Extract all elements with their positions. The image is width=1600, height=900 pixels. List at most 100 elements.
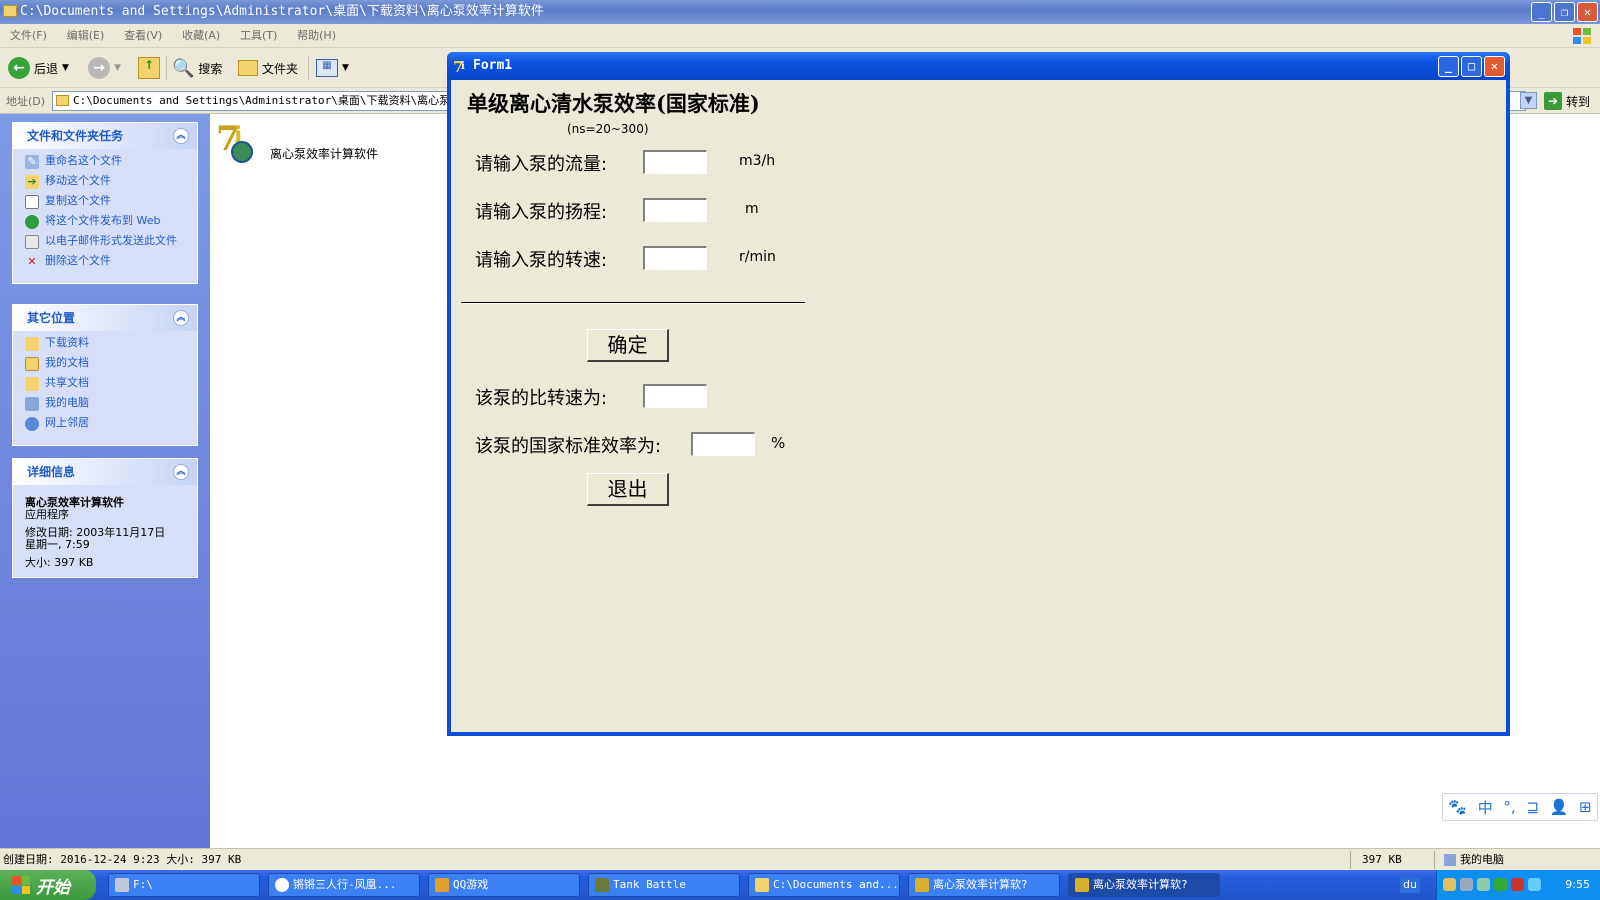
taskbar-item-qqgame[interactable]: QQ游戏 <box>428 873 580 897</box>
clock[interactable]: 9:55 <box>1565 870 1590 900</box>
details-type: 应用程序 <box>25 508 69 521</box>
file-tasks-header[interactable]: 文件和文件夹任务 ︽ <box>13 123 197 149</box>
exit-button[interactable]: 退出 <box>587 473 669 506</box>
task-move[interactable]: ➔ 移动这个文件 <box>25 175 197 189</box>
close-button[interactable]: ✕ <box>1484 56 1505 77</box>
views-button[interactable]: ▦ ▼ <box>316 56 349 80</box>
qq-game-icon <box>435 878 449 892</box>
place-label: 网上邻居 <box>45 416 89 429</box>
place-my-documents[interactable]: 我的文档 <box>25 357 197 371</box>
address-dropdown-button[interactable]: ▼ <box>1520 92 1537 109</box>
taskbar-item-label: 锵锵三人行-凤凰... <box>293 878 397 891</box>
close-button[interactable]: ✕ <box>1577 2 1598 22</box>
ime-paw-icon[interactable]: 🐾 <box>1448 798 1467 816</box>
system-tray: 9:55 <box>1436 870 1600 900</box>
menu-view[interactable]: 查看(V) <box>124 24 162 48</box>
ime-user-icon[interactable]: 👤 <box>1550 798 1569 816</box>
file-tasks-title: 文件和文件夹任务 <box>27 129 124 143</box>
start-button[interactable]: 开始 <box>0 870 96 900</box>
dropdown-arrow-icon[interactable]: ▼ <box>114 63 121 73</box>
dropdown-arrow-icon[interactable]: ▼ <box>342 63 349 73</box>
menu-help[interactable]: 帮助(H) <box>297 24 336 48</box>
app-icon: 7 i <box>216 119 253 163</box>
minimize-button[interactable]: _ <box>1438 56 1459 77</box>
task-publish-web[interactable]: 将这个文件发布到 Web <box>25 215 197 229</box>
status-divider <box>1434 851 1435 869</box>
explorer-title: C:\Documents and Settings\Administrator\… <box>20 4 544 19</box>
app-icon <box>1075 878 1089 892</box>
ime-menu-icon[interactable]: ⊞ <box>1579 798 1592 816</box>
back-button[interactable]: ← 后退 ▼ <box>8 56 69 80</box>
menu-file[interactable]: 文件(F) <box>10 24 47 48</box>
place-network[interactable]: 网上邻居 <box>25 417 197 431</box>
tray-security-icon[interactable] <box>1494 878 1507 891</box>
taskbar-item-label: F:\ <box>133 878 153 891</box>
menu-tools[interactable]: 工具(T) <box>240 24 277 48</box>
taskbar-item-tank-battle[interactable]: Tank Battle <box>588 873 740 897</box>
details-header[interactable]: 详细信息 ︽ <box>13 459 197 485</box>
goto-button[interactable]: ➔ 转到 <box>1544 92 1590 110</box>
place-shared-documents[interactable]: 共享文档 <box>25 377 197 391</box>
place-downloads[interactable]: 下载资料 <box>25 337 197 351</box>
tray-network-icon[interactable] <box>1460 878 1473 891</box>
app-icon: 7 i <box>453 58 465 74</box>
menu-favorites[interactable]: 收藏(A) <box>182 24 220 48</box>
minimize-button[interactable]: _ <box>1531 2 1552 22</box>
other-places-title: 其它位置 <box>27 311 76 325</box>
speed-label: 请输入泵的转速: <box>475 250 608 271</box>
tray-user-icon[interactable] <box>1443 878 1456 891</box>
task-email[interactable]: 以电子邮件形式发送此文件 <box>25 235 197 249</box>
taskbar-item-video[interactable]: 锵锵三人行-凤凰... <box>268 873 420 897</box>
taskbar-item-drive-f[interactable]: F:\ <box>108 873 260 897</box>
form1-window-buttons: _ □ ✕ <box>1438 56 1505 77</box>
forward-button[interactable]: → ▼ <box>88 56 121 80</box>
status-created: 创建日期: 2016-12-24 9:23 大小: 397 KB <box>3 853 242 866</box>
status-location: 我的电脑 <box>1444 849 1504 871</box>
speed-unit: r/min <box>739 249 776 265</box>
flow-input[interactable] <box>643 150 707 174</box>
task-rename[interactable]: ✎ 重命名这个文件 <box>25 155 197 169</box>
details-modified-time: 星期一, 7:59 <box>25 538 90 551</box>
ime-punctuation-icon[interactable]: °, <box>1503 798 1515 816</box>
task-copy[interactable]: 复制这个文件 <box>25 195 197 209</box>
tray-volume-icon[interactable] <box>1511 878 1524 891</box>
form-subheading: (ns=20~300) <box>567 122 649 136</box>
status-divider <box>1350 851 1351 869</box>
efficiency-label: 该泵的国家标准效率为: <box>475 436 662 457</box>
efficiency-output[interactable] <box>691 432 755 456</box>
collapse-icon[interactable]: ︽ <box>173 310 189 326</box>
video-app-icon <box>275 878 289 892</box>
baidu-icon[interactable]: du <box>1400 877 1420 893</box>
ok-button[interactable]: 确定 <box>587 329 669 362</box>
specific-speed-output[interactable] <box>643 384 707 408</box>
task-delete[interactable]: ✕ 删除这个文件 <box>25 255 197 269</box>
file-item[interactable]: 7 i 离心泵效率计算软件 <box>214 116 378 166</box>
folders-button[interactable]: 文件夹 <box>238 56 298 80</box>
search-button[interactable]: 🔍 搜索 <box>172 56 222 80</box>
file-name: 离心泵效率计算软件 <box>270 146 379 161</box>
tray-app-icon[interactable] <box>1477 878 1490 891</box>
tray-connection-icon[interactable] <box>1528 878 1541 891</box>
speed-input[interactable] <box>643 246 707 270</box>
toolbar-separator <box>308 56 309 80</box>
status-bar: 创建日期: 2016-12-24 9:23 大小: 397 KB 397 KB … <box>0 848 1600 870</box>
status-location-label: 我的电脑 <box>1460 853 1504 866</box>
drive-icon <box>115 878 129 892</box>
place-my-computer[interactable]: 我的电脑 <box>25 397 197 411</box>
ime-chinese-mode[interactable]: 中 <box>1478 797 1493 818</box>
taskbar-item-form1[interactable]: 离心泵效率计算软? <box>1068 873 1220 897</box>
restore-button[interactable]: ❐ <box>1554 2 1575 22</box>
views-icon: ▦ <box>316 59 338 77</box>
collapse-icon[interactable]: ︽ <box>173 464 189 480</box>
task-label: 将这个文件发布到 Web <box>45 214 161 227</box>
dropdown-arrow-icon[interactable]: ▼ <box>62 63 69 73</box>
ime-keyboard-icon[interactable]: ⊒ <box>1526 798 1539 816</box>
taskbar-item-pump-app[interactable]: 离心泵效率计算软? <box>908 873 1060 897</box>
up-folder-button[interactable]: ↑ <box>138 56 160 80</box>
head-input[interactable] <box>643 198 707 222</box>
menu-edit[interactable]: 编辑(E) <box>67 24 105 48</box>
maximize-button[interactable]: □ <box>1461 56 1482 77</box>
other-places-header[interactable]: 其它位置 ︽ <box>13 305 197 331</box>
taskbar-item-explorer[interactable]: C:\Documents and... <box>748 873 900 897</box>
collapse-icon[interactable]: ︽ <box>173 128 189 144</box>
